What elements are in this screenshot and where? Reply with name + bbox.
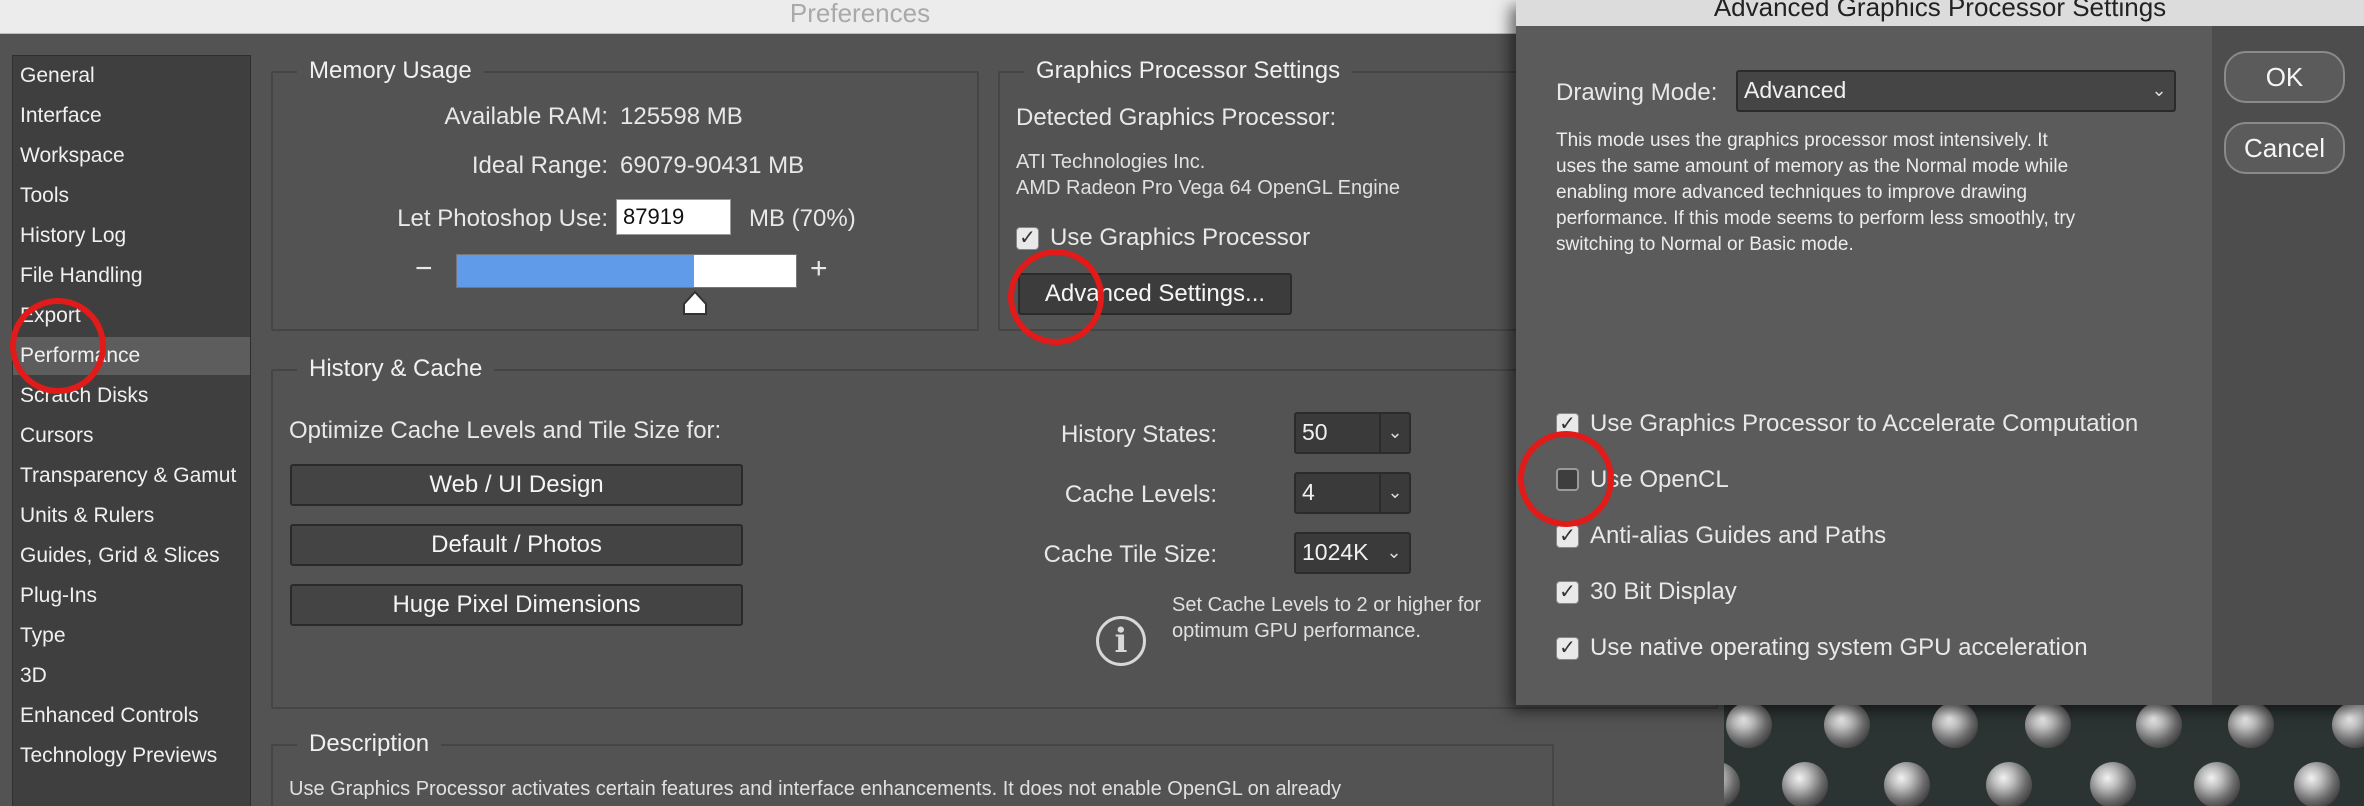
sidebar-item-interface[interactable]: Interface: [13, 97, 250, 135]
sidebar-item-technology-previews[interactable]: Technology Previews: [13, 737, 250, 775]
advanced-dialog-panel: Drawing Mode: Advanced ⌄ This mode uses …: [1516, 26, 2212, 705]
sidebar-item-units-rulers[interactable]: Units & Rulers: [13, 497, 250, 535]
preferences-title: Preferences: [789, 0, 931, 28]
cache-levels-select[interactable]: 4 ⌄: [1294, 472, 1411, 514]
available-ram-label: Available RAM:: [444, 103, 608, 130]
anti-alias-checkbox[interactable]: ✓: [1556, 525, 1579, 548]
30-bit-display-label[interactable]: 30 Bit Display: [1590, 577, 1737, 607]
sidebar-item-workspace[interactable]: Workspace: [13, 137, 250, 175]
photo-bead: [1726, 702, 1772, 748]
gpu-vendor: ATI Technologies Inc.: [1016, 151, 1206, 173]
preferences-sidebar: General Interface Workspace Tools History Lo…: [12, 55, 251, 806]
cache-info-line-1: Set Cache Levels to 2 or higher for: [1172, 594, 1482, 616]
photo-bead: [1986, 762, 2032, 806]
anti-alias-label[interactable]: Anti-alias Guides and Paths: [1590, 521, 1886, 551]
cache-info-line-2: optimum GPU performance.: [1172, 620, 1421, 642]
description-text: Use Graphics Processor activates certain…: [289, 778, 1342, 800]
sidebar-item-file-handling[interactable]: File Handling: [13, 257, 250, 295]
use-gpu-label[interactable]: Use Graphics Processor: [1050, 223, 1310, 253]
chevron-down-icon: ⌄: [2151, 80, 2167, 100]
memory-increase-button[interactable]: +: [810, 254, 828, 284]
photo-bead: [2090, 762, 2136, 806]
drawing-mode-description: This mode uses the graphics processor mo…: [1556, 130, 2076, 255]
history-states-value: 50: [1302, 419, 1328, 445]
sidebar-item-3d[interactable]: 3D: [13, 657, 250, 695]
history-cache-title: History & Cache: [297, 354, 495, 384]
drawing-mode-label: Drawing Mode:: [1556, 79, 1718, 106]
photo-bead: [2228, 702, 2274, 748]
memory-decrease-button[interactable]: −: [415, 254, 433, 284]
advanced-gpu-dialog: Advanced Graphics Processor Settings Dra…: [1516, 0, 2364, 705]
accelerate-computation-label[interactable]: Use Graphics Processor to Accelerate Com…: [1590, 409, 2138, 439]
cache-tile-size-value: 1024K: [1302, 539, 1369, 565]
drawing-mode-value: Advanced: [1744, 77, 1847, 103]
photo-bead: [2294, 762, 2340, 806]
photo-bead: [2194, 762, 2240, 806]
info-icon: i: [1096, 616, 1146, 666]
photo-bead: [2025, 702, 2071, 748]
chevron-down-icon: ⌄: [1379, 474, 1409, 512]
let-photoshop-use-label: Let Photoshop Use:: [397, 205, 608, 232]
gpu-settings-title: Graphics Processor Settings: [1024, 56, 1353, 86]
photo-bead: [2136, 702, 2182, 748]
ok-button[interactable]: OK: [2224, 51, 2345, 103]
photo-bead: [1782, 762, 1828, 806]
photo-bead: [1932, 702, 1978, 748]
memory-percent-label: MB (70%): [749, 205, 856, 232]
sidebar-item-type[interactable]: Type: [13, 617, 250, 655]
sidebar-item-plug-ins[interactable]: Plug-Ins: [13, 577, 250, 615]
sidebar-item-history-log[interactable]: History Log: [13, 217, 250, 255]
cache-levels-label: Cache Levels:: [1064, 481, 1217, 508]
huge-pixel-dimensions-button[interactable]: Huge Pixel Dimensions: [290, 584, 743, 626]
default-photos-button[interactable]: Default / Photos: [290, 524, 743, 566]
highlight-ring-performance: [10, 298, 106, 394]
gpu-renderer: AMD Radeon Pro Vega 64 OpenGL Engine: [1016, 177, 1400, 199]
cache-tile-size-label: Cache Tile Size:: [1043, 541, 1217, 568]
advanced-dialog-title: Advanced Graphics Processor Settings: [1713, 0, 2167, 22]
sidebar-item-guides-grid-slices[interactable]: Guides, Grid & Slices: [13, 537, 250, 575]
history-states-select[interactable]: 50 ⌄: [1294, 412, 1411, 454]
optimize-cache-label: Optimize Cache Levels and Tile Size for:: [289, 417, 722, 444]
photo-bead: [1724, 762, 1740, 806]
memory-usage-title: Memory Usage: [297, 56, 484, 86]
sidebar-item-cursors[interactable]: Cursors: [13, 417, 250, 455]
cache-levels-value: 4: [1302, 479, 1315, 505]
memory-amount-input[interactable]: [616, 199, 731, 235]
memory-slider-fill: [457, 255, 695, 287]
native-gpu-acceleration-checkbox[interactable]: ✓: [1556, 637, 1579, 660]
chevron-down-icon: ⌄: [1386, 542, 1402, 562]
sidebar-item-general[interactable]: General: [13, 57, 250, 95]
native-gpu-acceleration-label[interactable]: Use native operating system GPU accelera…: [1590, 633, 2088, 663]
photo-bead: [2332, 702, 2364, 748]
history-states-label: History States:: [1060, 421, 1217, 448]
web-ui-design-button[interactable]: Web / UI Design: [290, 464, 743, 506]
photo-bead: [1884, 762, 1930, 806]
ideal-range-label: Ideal Range:: [471, 152, 608, 179]
sidebar-item-enhanced-controls[interactable]: Enhanced Controls: [13, 697, 250, 735]
sidebar-item-transparency-gamut[interactable]: Transparency & Gamut: [13, 457, 250, 495]
sidebar-item-tools[interactable]: Tools: [13, 177, 250, 215]
highlight-ring-advanced-settings: [1008, 249, 1104, 345]
30-bit-display-checkbox[interactable]: ✓: [1556, 581, 1579, 604]
highlight-ring-use-opencl: [1518, 431, 1614, 527]
use-gpu-checkbox[interactable]: ✓: [1016, 227, 1039, 250]
advanced-dialog-titlebar: Advanced Graphics Processor Settings: [1516, 0, 2364, 26]
history-cache-group: History & Cache Optimize Cache Levels an…: [271, 354, 1718, 709]
ideal-range-value: 69079-90431 MB: [620, 152, 805, 179]
detected-gpu-label: Detected Graphics Processor:: [1016, 104, 1337, 131]
cache-tile-size-select[interactable]: 1024K ⌄: [1294, 532, 1411, 574]
cancel-button[interactable]: Cancel: [2224, 122, 2345, 174]
description-group: Description Use Graphics Processor activ…: [271, 729, 1554, 806]
description-title: Description: [297, 729, 442, 759]
preferences-titlebar: Preferences: [0, 0, 1730, 34]
available-ram-value: 125598 MB: [620, 103, 743, 130]
photo-bead: [1824, 702, 1870, 748]
chevron-down-icon: ⌄: [1379, 414, 1409, 452]
memory-slider-thumb[interactable]: [682, 290, 708, 316]
drawing-mode-select[interactable]: Advanced ⌄: [1736, 70, 2176, 112]
memory-slider-track[interactable]: [456, 254, 797, 288]
memory-usage-group: Memory Usage Available RAM: 125598 MB Id…: [271, 56, 979, 331]
